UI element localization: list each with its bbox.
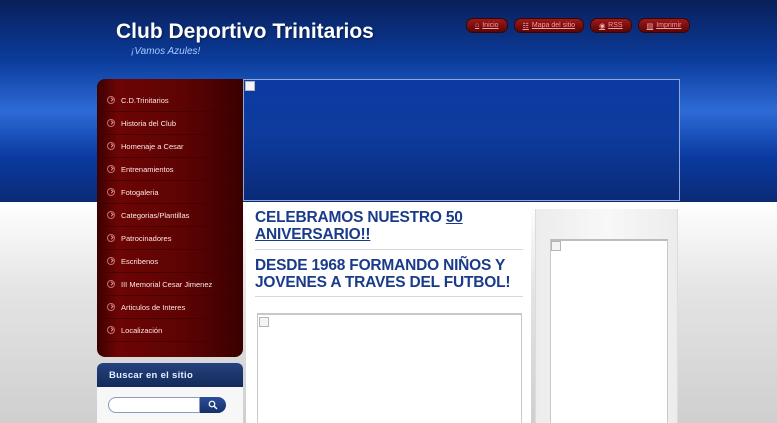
sidebar-item-patrocinadores[interactable]: Patrocinadores [103, 227, 237, 250]
sidebar-item-historia[interactable]: Historia del Club [103, 112, 237, 135]
home-icon: ⌂ [475, 22, 480, 29]
arrow-bullet-icon [107, 234, 115, 242]
sidebar-item-label: Fotogaleria [121, 187, 159, 197]
divider [255, 296, 523, 297]
right-sidebar-image [550, 239, 668, 423]
arrow-bullet-icon [107, 165, 115, 173]
arrow-bullet-icon [107, 326, 115, 334]
search-icon [208, 400, 218, 410]
arrow-bullet-icon [107, 188, 115, 196]
sidebar-item-escribenos[interactable]: Escribenos [103, 250, 237, 273]
broken-image-icon [245, 81, 255, 91]
top-link-inicio[interactable]: ⌂ Inicio [466, 18, 508, 33]
sidebar-item-memorial[interactable]: III Memorial Cesar Jimenez [103, 273, 237, 296]
sidebar-item-label: C.D.Trinitarios [121, 95, 169, 105]
sidebar-item-localizacion[interactable]: Localización [103, 319, 237, 342]
search-box: Buscar en el sitio [97, 363, 243, 423]
top-link-label: Imprimir [656, 22, 682, 29]
broken-image-icon [259, 317, 269, 327]
sidebar-item-articulos[interactable]: Articulos de Interes [103, 296, 237, 319]
sidebar-item-categorias[interactable]: Categorias/Plantillas [103, 204, 237, 227]
rss-icon: ◉ [599, 22, 606, 30]
search-button[interactable] [200, 397, 226, 413]
headline-since-1968: DESDE 1968 FORMANDO NIÑOS Y JOVENES A TR… [255, 257, 511, 291]
main-content: CELEBRAMOS NUESTRO 50 ANIVERSARIO!! DESD… [246, 202, 531, 423]
headline-text: CELEBRAMOS NUESTRO [255, 209, 446, 226]
sidebar-item-label: III Memorial Cesar Jimenez [121, 279, 213, 289]
divider [255, 249, 523, 250]
headline-anniversary: CELEBRAMOS NUESTRO 50 ANIVERSARIO!! [255, 209, 523, 243]
top-link-sitemap[interactable]: ☷ Mapa del sitio [513, 18, 585, 33]
arrow-bullet-icon [107, 211, 115, 219]
sidebar-item-label: Patrocinadores [121, 233, 172, 243]
arrow-bullet-icon [107, 142, 115, 150]
arrow-bullet-icon [107, 257, 115, 265]
sidebar-item-label: Articulos de Interes [121, 302, 186, 312]
site-slogan: ¡Vamos Azules! [131, 46, 201, 57]
arrow-bullet-icon [107, 280, 115, 288]
print-icon: ▤ [646, 22, 654, 30]
sidebar-item-homenaje[interactable]: Homenaje a Cesar [103, 135, 237, 158]
sidebar-item-label: Categorias/Plantillas [121, 210, 190, 220]
sidebar-item-label: Localización [121, 325, 163, 335]
arrow-bullet-icon [107, 96, 115, 104]
top-link-rss[interactable]: ◉ RSS [590, 18, 632, 33]
sidebar-menu: C.D.Trinitarios Historia del Club Homena… [97, 79, 243, 357]
sidebar-item-label: Entrenamientos [121, 164, 174, 174]
top-link-label: RSS [608, 22, 623, 29]
top-link-label: Inicio [482, 22, 499, 29]
search-title: Buscar en el sitio [97, 363, 243, 387]
sidebar-item-label: Historia del Club [121, 118, 177, 128]
sidebar-item-entrenamientos[interactable]: Entrenamientos [103, 158, 237, 181]
top-link-print[interactable]: ▤ Imprimir [637, 18, 691, 33]
site-title[interactable]: Club Deportivo Trinitarios [116, 20, 374, 44]
sidebar-item-label: Escribenos [121, 256, 159, 266]
search-input[interactable] [108, 397, 200, 413]
content-image [257, 313, 522, 423]
arrow-bullet-icon [107, 303, 115, 311]
sidebar-item-label: Homenaje a Cesar [121, 141, 184, 151]
top-links: ⌂ Inicio ☷ Mapa del sitio ◉ RSS ▤ Imprim… [466, 18, 691, 33]
broken-image-icon [551, 241, 561, 251]
sitemap-icon: ☷ [522, 22, 529, 30]
top-link-label: Mapa del sitio [531, 22, 576, 29]
arrow-bullet-icon [107, 119, 115, 127]
sidebar-item-cd-trinitarios[interactable]: C.D.Trinitarios [103, 89, 237, 112]
header-banner [243, 79, 680, 201]
right-sidebar [535, 209, 678, 423]
sidebar-item-fotogaleria[interactable]: Fotogaleria [103, 181, 237, 204]
